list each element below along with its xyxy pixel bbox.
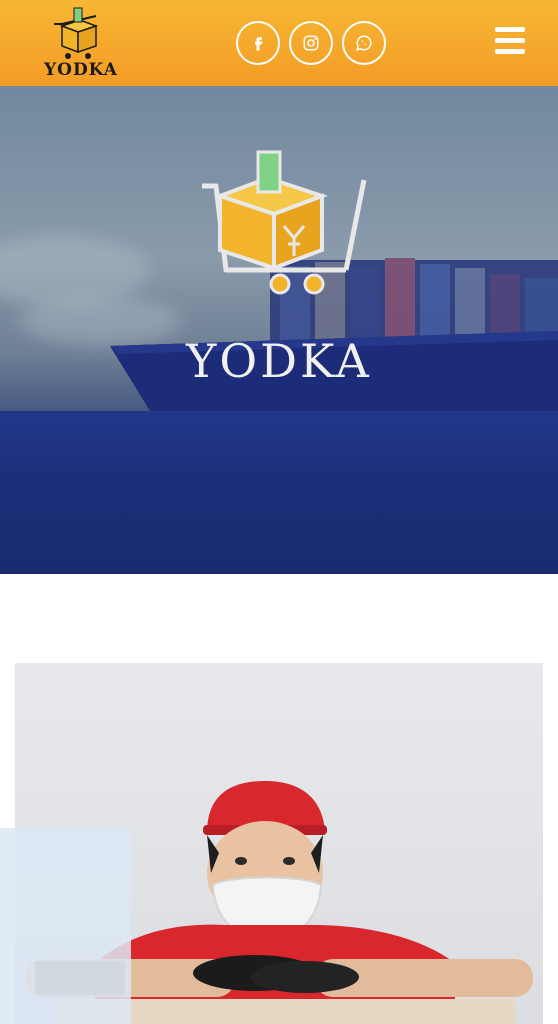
site-header: YODKA [0,0,558,86]
brand-logo-text: YODKA [44,60,118,80]
hero-cart-box-logo-icon [202,150,367,295]
instagram-button[interactable] [289,21,333,65]
whatsapp-button[interactable] [342,21,386,65]
hero-logo-text: YODKA [186,334,372,388]
hamburger-menu-icon [495,27,525,32]
decorative-overlay-block [0,828,131,1024]
whatsapp-icon [356,35,372,51]
hero-sea [0,411,558,574]
facebook-button[interactable] [236,21,280,65]
hamburger-menu-button[interactable] [495,27,525,55]
instagram-icon [303,35,319,51]
facebook-icon [255,37,263,51]
hero-banner: YODKA [0,86,558,574]
